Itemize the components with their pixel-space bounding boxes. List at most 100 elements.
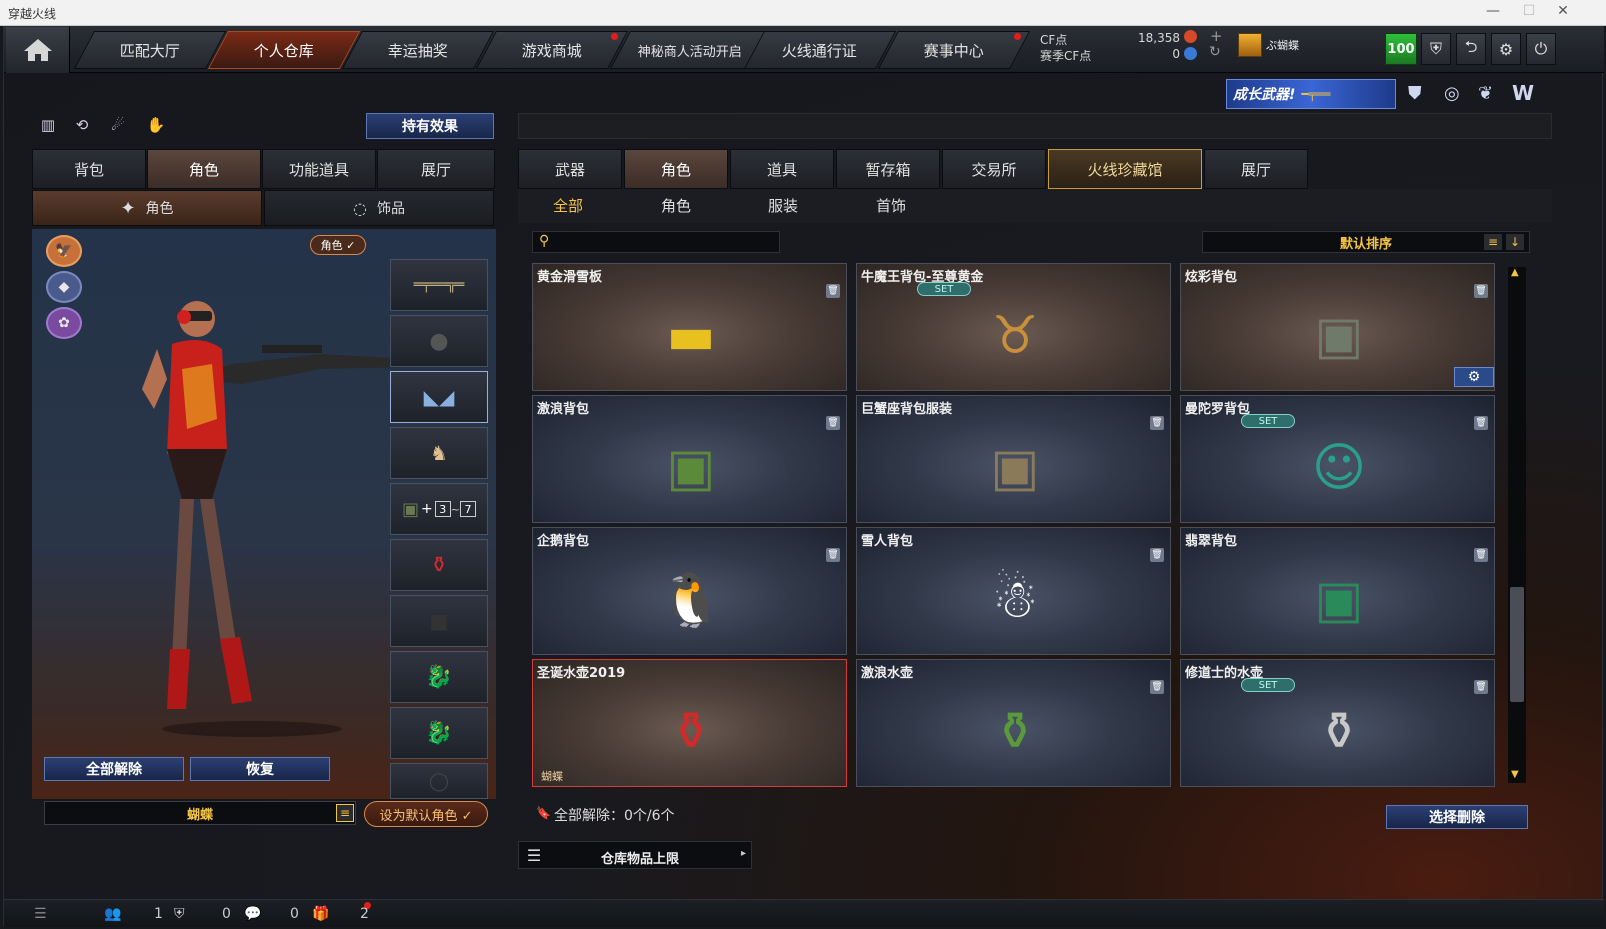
faction-hawk-icon[interactable]: ◆ bbox=[46, 271, 82, 303]
scroll-thumb[interactable] bbox=[1510, 587, 1524, 702]
sort-dropdown[interactable]: 默认排序 bbox=[1202, 231, 1530, 253]
item-card[interactable]: 雪人背包 🗑 ☃ bbox=[856, 527, 1171, 655]
tab-character[interactable]: 角色 bbox=[147, 149, 261, 189]
trash-icon[interactable]: 🗑 bbox=[826, 284, 840, 298]
nav-tab-match-hall[interactable]: 匹配大厅 bbox=[73, 31, 227, 69]
plus-icon[interactable]: + bbox=[1210, 27, 1223, 45]
switch-button[interactable]: ⮌ bbox=[1456, 33, 1486, 65]
gift-icon[interactable]: 🎁 bbox=[312, 906, 329, 922]
nav-tab-personal-warehouse[interactable]: 个人仓库 bbox=[207, 31, 361, 69]
growth-weapon-banner[interactable]: 成长武器! ━╤══ bbox=[1226, 79, 1396, 109]
home-button[interactable] bbox=[6, 27, 70, 73]
settings-button[interactable]: ⚙ bbox=[1491, 33, 1521, 65]
trash-icon[interactable]: 🗑 bbox=[1150, 548, 1164, 562]
character-model[interactable] bbox=[112, 259, 402, 739]
item-card[interactable]: 炫彩背包 🗑 ▣ bbox=[1180, 263, 1495, 391]
slot-ring[interactable]: ◯ bbox=[390, 763, 488, 799]
item-card[interactable]: 牛魔王背包-至尊黄金 SET ♉ bbox=[856, 263, 1171, 391]
item-card[interactable]: 修道士的水壶 SET 🗑 ⚱ bbox=[1180, 659, 1495, 787]
search-input[interactable] bbox=[559, 233, 777, 251]
item-card[interactable]: 企鹅背包 🗑 🐧 bbox=[532, 527, 847, 655]
item-card[interactable]: 巨蟹座背包服装 🗑 ▣ bbox=[856, 395, 1171, 523]
power-button[interactable]: ⏻ bbox=[1526, 33, 1556, 65]
slot-helmet[interactable]: ● bbox=[390, 315, 488, 367]
tab-character[interactable]: 角色 bbox=[624, 149, 728, 189]
item-scrollbar[interactable]: ▲ ▼ bbox=[1508, 267, 1526, 783]
trash-icon[interactable]: 🗑 bbox=[1474, 548, 1488, 562]
slot-pet[interactable]: ♞ bbox=[390, 427, 488, 479]
tab-props[interactable]: 道具 bbox=[730, 149, 834, 189]
trash-icon[interactable]: 🗑 bbox=[1474, 416, 1488, 430]
pose-icon[interactable]: ☄ bbox=[106, 113, 130, 137]
badge-v-icon[interactable]: ⛊ bbox=[1408, 83, 1422, 104]
scroll-up-icon[interactable]: ▲ bbox=[1511, 267, 1519, 278]
tab-backpack[interactable]: 背包 bbox=[32, 149, 146, 189]
slot-silver-wings[interactable]: 🐉 bbox=[390, 707, 488, 759]
clan-shield-icon[interactable]: ⛨ bbox=[174, 906, 185, 922]
slot-primary-weapon[interactable]: ═╤══╦═ bbox=[390, 259, 488, 311]
character-name-field[interactable]: 蝴蝶 bbox=[44, 801, 356, 825]
v-logo-icon[interactable]: W bbox=[1512, 81, 1534, 105]
scroll-down-icon[interactable]: ▼ bbox=[1511, 769, 1519, 780]
slot-goggles[interactable]: ◣◢ bbox=[390, 371, 488, 423]
item-card[interactable]: 激浪水壶 🗑 ⚱ bbox=[856, 659, 1171, 787]
wing-icon[interactable]: ❦ bbox=[1478, 83, 1493, 104]
slot-empty[interactable]: ■ bbox=[390, 595, 488, 647]
trash-icon[interactable]: 🗑 bbox=[1474, 284, 1488, 298]
tab-showroom[interactable]: 展厅 bbox=[377, 149, 495, 189]
trash-icon[interactable]: 🗑 bbox=[1150, 416, 1164, 430]
friends-icon[interactable]: 👥 bbox=[104, 906, 121, 922]
sort-order-icon[interactable]: ↓ bbox=[1506, 234, 1524, 250]
category-jewelry[interactable]: 首饰 bbox=[876, 195, 906, 216]
trash-icon[interactable]: 🗑 bbox=[1474, 680, 1488, 694]
minimize-button[interactable]: — bbox=[1478, 3, 1508, 19]
item-settings-button[interactable]: ⚙ bbox=[1454, 367, 1494, 387]
chat-icon[interactable]: 💬 bbox=[244, 906, 261, 922]
item-card[interactable]: 圣诞水壶2019 ⚱ 蝴蝶 bbox=[532, 659, 847, 787]
menu-list-icon[interactable]: ☰ bbox=[34, 906, 47, 922]
rotate-icon[interactable]: ⟲ bbox=[70, 113, 94, 137]
slot-backpack[interactable]: ▣ + 3 ~ 7 bbox=[390, 483, 488, 535]
tab-weapons[interactable]: 武器 bbox=[518, 149, 622, 189]
tab-storage-box[interactable]: 暂存箱 bbox=[836, 149, 940, 189]
tab-collection-museum[interactable]: 火线珍藏馆 bbox=[1048, 149, 1202, 189]
set-default-character-button[interactable]: 设为默认角色 ✓ bbox=[364, 801, 488, 827]
refresh-icon[interactable]: ↻ bbox=[1209, 44, 1221, 60]
select-delete-button[interactable]: 选择删除 bbox=[1386, 805, 1528, 829]
name-list-icon[interactable]: ≡ bbox=[336, 804, 354, 822]
trash-icon[interactable]: 🗑 bbox=[1150, 680, 1164, 694]
subtab-accessories[interactable]: ◌ 饰品 bbox=[264, 190, 494, 226]
category-outfit[interactable]: 服装 bbox=[768, 195, 798, 216]
nav-tab-lucky-draw[interactable]: 幸运抽奖 bbox=[341, 31, 495, 69]
hold-effect-button[interactable]: 持有效果 bbox=[366, 113, 494, 139]
nav-tab-game-mall[interactable]: 游戏商城 bbox=[475, 31, 629, 69]
shield-button[interactable]: ⛨ bbox=[1421, 33, 1451, 65]
category-all[interactable]: 全部 bbox=[553, 195, 583, 216]
tab-exchange[interactable]: 交易所 bbox=[942, 149, 1046, 189]
restore-button[interactable]: 恢复 bbox=[190, 757, 330, 781]
close-button[interactable]: ✕ bbox=[1548, 3, 1578, 19]
nav-tab-events[interactable]: 赛事中心 bbox=[877, 31, 1031, 69]
item-card[interactable]: 翡翠背包 🗑 ▣ bbox=[1180, 527, 1495, 655]
item-card[interactable]: 曼陀罗背包 SET 🗑 ☺ bbox=[1180, 395, 1495, 523]
slot-gold-wings[interactable]: 🐉 bbox=[390, 651, 488, 703]
hand-icon[interactable]: ✋ bbox=[144, 113, 168, 137]
maximize-button[interactable]: ☐ bbox=[1514, 3, 1544, 19]
trash-icon[interactable]: 🗑 bbox=[826, 548, 840, 562]
warehouse-limit-bar[interactable]: ☰ 仓库物品上限 ▸ bbox=[518, 841, 752, 869]
faction-bird-icon[interactable]: ✿ bbox=[46, 307, 82, 339]
search-box[interactable]: ⚲ bbox=[532, 231, 780, 253]
nav-tab-battle-pass[interactable]: 火线通行证 bbox=[743, 31, 897, 69]
item-card[interactable]: 激浪背包 🗑 ▣ bbox=[532, 395, 847, 523]
unequip-all-button[interactable]: 全部解除 bbox=[44, 757, 184, 781]
trash-icon[interactable]: 🗑 bbox=[826, 416, 840, 430]
stats-icon[interactable]: ▥ bbox=[36, 113, 60, 137]
tab-showroom[interactable]: 展厅 bbox=[1204, 149, 1308, 189]
tab-functional-items[interactable]: 功能道具 bbox=[262, 149, 376, 189]
item-card[interactable]: 黄金滑雪板 🗑 ▬ bbox=[532, 263, 847, 391]
sort-list-icon[interactable]: ≡ bbox=[1484, 234, 1502, 250]
globe-icon[interactable]: ◎ bbox=[1444, 83, 1460, 104]
release-checkbox-icon[interactable]: 🔖 bbox=[536, 806, 551, 820]
subtab-character[interactable]: ✦ 角色 bbox=[32, 190, 262, 226]
slot-kettle[interactable]: ⚱ bbox=[390, 539, 488, 591]
